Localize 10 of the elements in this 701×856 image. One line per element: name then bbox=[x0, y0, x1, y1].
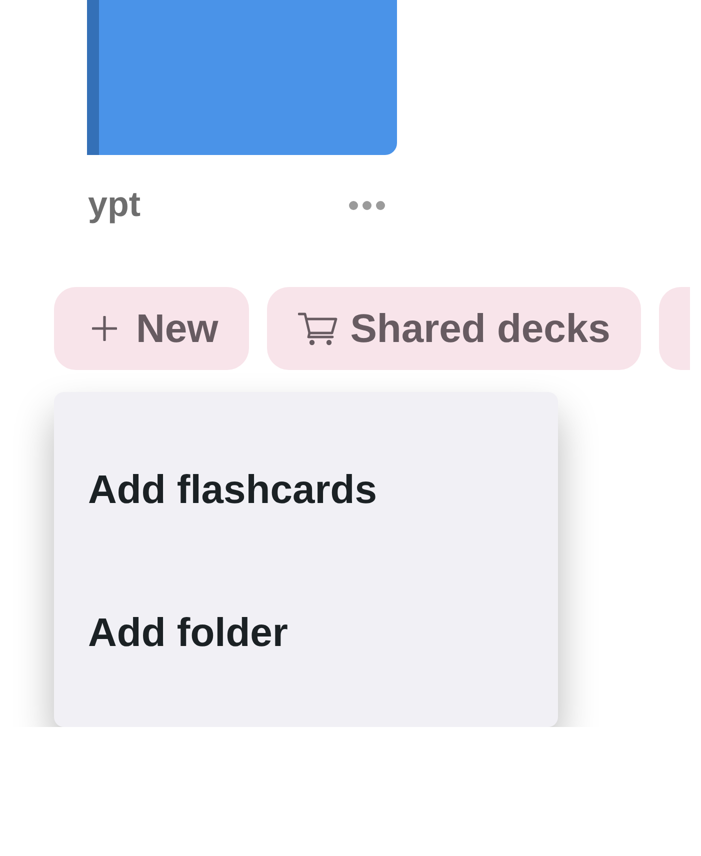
cart-icon bbox=[298, 312, 338, 346]
deck-cover[interactable] bbox=[87, 0, 397, 155]
menu-item[interactable]: Add folder bbox=[54, 561, 558, 704]
shared-decks-button[interactable]: Shared decks bbox=[267, 287, 642, 370]
more-icon[interactable] bbox=[349, 200, 385, 210]
toolbar-button[interactable] bbox=[659, 287, 690, 370]
menu-item[interactable]: Add flashcards bbox=[54, 418, 558, 561]
new-button[interactable]: New bbox=[54, 287, 250, 370]
plus-icon bbox=[92, 316, 117, 341]
deck-name: ypt bbox=[87, 184, 140, 226]
